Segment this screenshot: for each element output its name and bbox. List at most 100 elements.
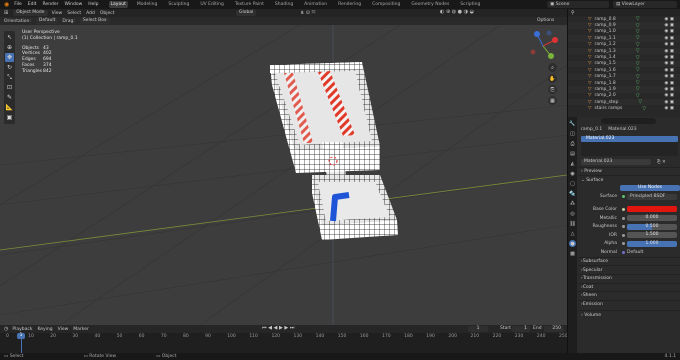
annotate-tool-icon[interactable]: ✎ [5,93,14,102]
3d-viewport[interactable] [0,25,567,325]
visibility-eye-icon[interactable]: ◉ ▣ [664,87,674,92]
magnet-icon[interactable]: ⋔ ⊙ ⤧ [300,10,316,16]
tab-shading[interactable]: Shading [273,1,295,8]
add-cube-tool-icon[interactable]: ▣ [5,113,14,122]
visibility-eye-icon[interactable]: ◉ ▣ [664,23,674,28]
tweak-tool-icon[interactable]: ↖ [5,33,14,42]
subpanel-header[interactable]: › Coat [578,282,680,292]
metallic-field[interactable]: 0.000 [627,215,677,222]
visibility-eye-icon[interactable]: ◉ ▣ [664,55,674,60]
scene-tab-icon[interactable]: ◭ [569,160,576,167]
camera-view-icon[interactable]: ⎘ [548,85,557,94]
physics-tab-icon[interactable]: ◎ [569,210,576,217]
current-frame-field[interactable]: 1 [468,326,488,332]
tab-scripting[interactable]: Scripting [458,1,482,8]
outliner-filter-icon[interactable]: ⚲ [571,10,575,16]
menu-view[interactable]: View [52,11,63,16]
menu-keying[interactable]: Keying [37,327,52,332]
material-browse-icons[interactable]: ⎘ ✕ [657,159,666,165]
volume-panel-header[interactable]: › Volume [578,310,680,319]
transform-tool-icon[interactable]: ⊡ [5,83,14,92]
mode-dropdown[interactable]: Object Mode [13,10,48,16]
menu-edit[interactable]: Edit [28,2,37,7]
visibility-eye-icon[interactable]: ◉ ▣ [664,68,674,73]
visibility-eye-icon[interactable]: ◉ ▣ [664,17,674,22]
tab-layout[interactable]: Layout [108,1,128,8]
menu-render[interactable]: Render [43,2,59,7]
data-tab-icon[interactable]: △ [569,230,576,237]
end-frame-field[interactable]: 250 [544,326,564,332]
tab-compositing[interactable]: Compositing [370,1,402,8]
surface-shader-dropdown[interactable]: Principled BSDF [627,193,677,200]
measure-tool-icon[interactable]: 📐 [5,103,14,112]
material-datablock-field[interactable]: Material.023 [581,159,651,166]
playback-controls-icon[interactable]: ⏮ ◀ ◀ ▶ ▶ ⏭ [262,325,294,331]
perspective-toggle-icon[interactable]: ▦ [548,96,557,105]
scene-selector[interactable]: ▣ Scene [547,1,609,8]
pan-hand-icon[interactable]: ✋ [548,74,557,83]
subpanel-header[interactable]: › Transmission [578,273,680,283]
properties-search-input[interactable] [601,118,656,125]
menu-window[interactable]: Window [65,2,83,7]
rotate-tool-icon[interactable]: ↻ [5,63,14,72]
normal-value[interactable]: Default [627,250,643,255]
cursor-tool-icon[interactable]: ⊕ [5,43,14,52]
start-frame-field[interactable]: 1 [512,326,530,332]
constraints-tab-icon[interactable]: ⛓ [569,220,576,227]
orientation-dropdown[interactable]: Default [35,18,59,24]
ior-field[interactable]: 1.500 [627,232,677,239]
surface-panel-header[interactable]: ⌄ Surface [578,175,680,184]
base-color-swatch[interactable] [627,206,677,213]
object-tab-icon[interactable]: ▢ [569,180,576,187]
drag-dropdown[interactable]: Select Box [79,18,110,24]
menu-file[interactable]: File [14,2,22,7]
visibility-eye-icon[interactable]: ◉ ▣ [664,29,674,34]
menu-marker[interactable]: Marker [73,327,89,332]
tab-sculpting[interactable]: Sculpting [166,1,191,8]
subpanel-header[interactable]: › Specular [578,265,680,274]
blender-logo-icon[interactable]: ◉ [4,1,9,8]
subpanel-header[interactable]: › Emission [578,299,680,309]
visibility-eye-icon[interactable]: ◉ ▣ [664,61,674,66]
tab-texture-paint[interactable]: Texture Paint [233,1,266,8]
tab-rendering[interactable]: Rendering [336,1,363,8]
editor-type-icon[interactable]: ⊞ [4,10,8,16]
timeline-ruler[interactable]: 0 10 20 30 40 50 60 70 80 90 100 110 120 130 140 150 160… [0,333,568,353]
material-tab-icon[interactable]: ● [569,240,576,247]
visibility-eye-icon[interactable]: ◉ ▣ [664,93,674,98]
visibility-eye-icon[interactable]: ◉ ▣ [664,49,674,54]
modifier-tab-icon[interactable]: 🔩 [569,190,576,197]
view-layer-tab-icon[interactable]: ▤ [569,150,576,157]
tab-geometry-nodes[interactable]: Geometry Nodes [409,1,451,8]
options-dropdown[interactable]: Options [537,18,554,23]
tab-animation[interactable]: Animation [302,1,329,8]
subpanel-header[interactable]: › Subsurface [578,256,680,266]
navigation-gizmo[interactable] [527,30,559,62]
menu-timeline-view[interactable]: View [58,327,69,332]
visibility-eye-icon[interactable]: ◉ ▣ [664,81,674,86]
tool-tab-icon[interactable]: 🔧 [569,120,576,127]
render-tab-icon[interactable]: ◫ [569,130,576,137]
view-layer-selector[interactable]: ▤ ViewLayer [613,1,677,8]
move-tool-icon[interactable]: ✥ [5,53,14,62]
tab-uv-editing[interactable]: UV Editing [198,1,225,8]
subpanel-header[interactable]: › Sheen [578,291,680,300]
world-tab-icon[interactable]: ◉ [569,170,576,177]
alpha-field[interactable]: 1.000 [627,240,677,247]
texture-tab-icon[interactable]: ▩ [569,250,576,257]
visibility-eye-icon[interactable]: ◉ ▣ [664,74,674,79]
gizmo-toggle-icons[interactable]: ◐ ⊕ ◍ ● ◑ ◒ [440,9,474,15]
menu-select[interactable]: Select [67,11,81,16]
menu-add[interactable]: Add [86,11,95,16]
visibility-eye-icon[interactable]: ◉ ▣ [664,42,674,47]
scale-tool-icon[interactable]: ⤡ [5,73,14,82]
tab-modeling[interactable]: Modeling [135,1,159,8]
zoom-icon[interactable]: ⌕ [548,63,557,72]
visibility-eye-icon[interactable]: ◉ ▣ [664,100,674,105]
transform-space-dropdown[interactable]: Global [236,10,257,16]
use-nodes-button[interactable]: Use Nodes [620,185,680,192]
menu-object[interactable]: Object [100,11,115,16]
timeline-editor-icon[interactable]: ◷ [4,326,8,332]
menu-playback[interactable]: Playback [12,327,32,332]
menu-help[interactable]: Help [88,2,98,7]
